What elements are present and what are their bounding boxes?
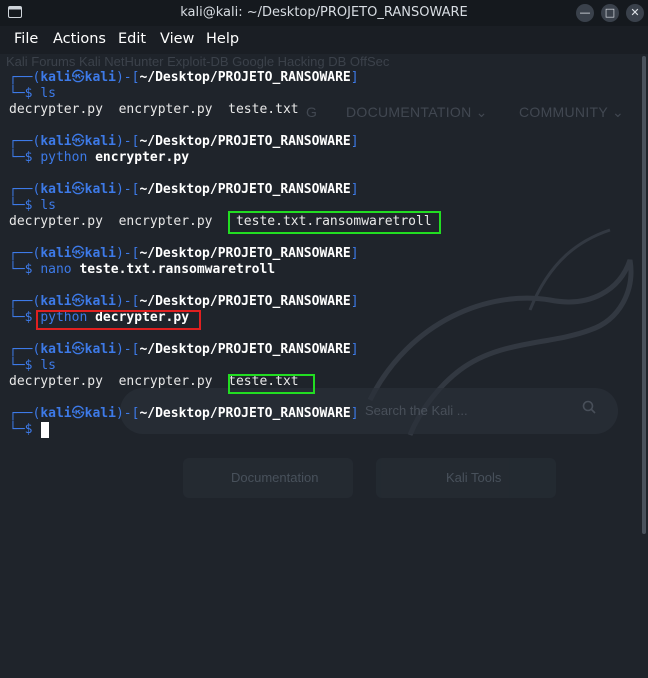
menu-edit[interactable]: Edit (118, 31, 146, 47)
command-line: └─$ python encrypter.py (9, 150, 190, 165)
window-title: kali@kali: ~/Desktop/PROJETO_RANSOWARE (180, 5, 468, 20)
scrollbar-thumb[interactable] (642, 56, 646, 534)
background-documentation-label: Documentation (231, 470, 319, 485)
close-button[interactable]: ✕ (626, 4, 644, 22)
prompt-line: ┌──(kali㉿kali)-[~/Desktop/PROJETO_RANSOW… (9, 294, 359, 309)
minimize-button[interactable]: — (576, 4, 594, 22)
decrypter-command-highlight (36, 310, 201, 330)
maximize-button[interactable]: □ (601, 4, 619, 22)
background-nav-community: COMMUNITY ⌄ (519, 104, 624, 120)
scrollbar[interactable] (642, 56, 646, 534)
output-line: decrypter.py encrypter.py teste.txt (9, 102, 299, 117)
prompt-line: ┌──(kali㉿kali)-[~/Desktop/PROJETO_RANSOW… (9, 134, 359, 149)
background-bookmarks: Kali Forums Kali NetHunter Exploit-DB Go… (6, 54, 390, 69)
menu-help[interactable]: Help (206, 31, 239, 47)
command-line: └─$ nano teste.txt.ransomwaretroll (9, 262, 276, 277)
command-line: └─$ ls (9, 198, 56, 213)
prompt-line: ┌──(kali㉿kali)-[~/Desktop/PROJETO_RANSOW… (9, 246, 359, 261)
background-documentation-button: Documentation (183, 458, 353, 498)
search-icon (582, 400, 596, 414)
teste-txt-highlight (228, 374, 315, 394)
title-bar: kali@kali: ~/Desktop/PROJETO_RANSOWARE —… (0, 0, 648, 26)
prompt-line: ┌──(kali㉿kali)-[~/Desktop/PROJETO_RANSOW… (9, 70, 359, 85)
background-tools-label: Kali Tools (446, 470, 502, 485)
background-search-placeholder: Search the Kali ... (365, 403, 468, 418)
prompt-line: ┌──(kali㉿kali)-[~/Desktop/PROJETO_RANSOW… (9, 182, 359, 197)
terminal-cursor[interactable] (41, 422, 49, 438)
command-line: └─$ (9, 422, 33, 437)
background-nav-item: G (306, 104, 318, 120)
menu-actions[interactable]: Actions (53, 31, 106, 47)
menu-file[interactable]: File (14, 31, 38, 47)
terminal-output[interactable]: ┌──(kali㉿kali)-[~/Desktop/PROJETO_RANSOW… (9, 70, 441, 678)
prompt-line: ┌──(kali㉿kali)-[~/Desktop/PROJETO_RANSOW… (9, 342, 359, 357)
command-line: └─$ ls (9, 86, 56, 101)
background-nav-documentation: DOCUMENTATION ⌄ (346, 104, 488, 120)
menu-bar: File Actions Edit View Help (0, 26, 648, 54)
command-line: └─$ ls (9, 358, 56, 373)
menu-view[interactable]: View (160, 31, 194, 47)
background-tools-button: Kali Tools (376, 458, 556, 498)
prompt-line: ┌──(kali㉿kali)-[~/Desktop/PROJETO_RANSOW… (9, 406, 359, 421)
ransomwaretroll-highlight (228, 211, 441, 234)
